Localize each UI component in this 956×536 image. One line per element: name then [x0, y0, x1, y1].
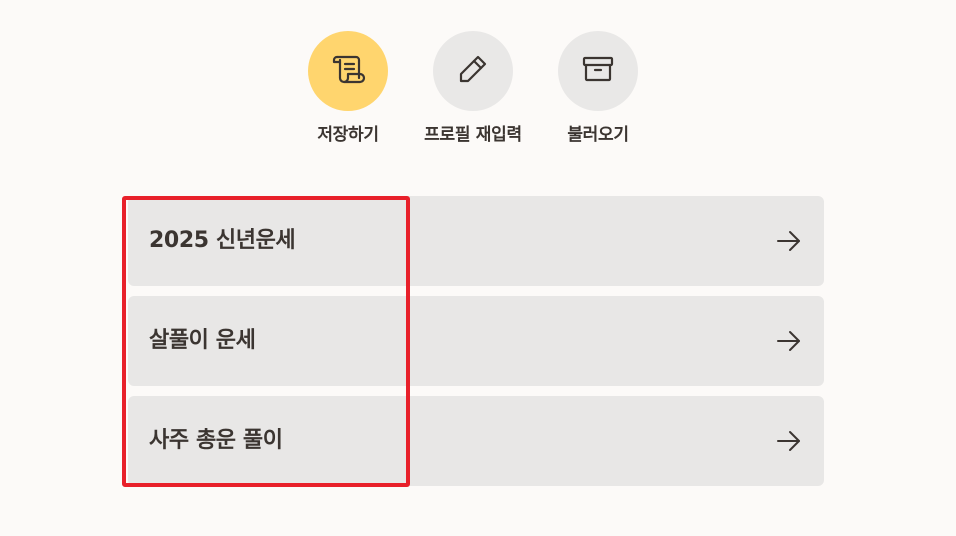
- menu-item-label: 살풀이 운세: [149, 328, 256, 353]
- action-bar: 저장하기 프로필 재입력 불러오기: [0, 31, 956, 151]
- reprofile-icon-circle: [433, 31, 513, 111]
- save-button[interactable]: 저장하기: [283, 31, 413, 145]
- arrow-right-icon: [776, 429, 802, 453]
- pencil-icon: [453, 49, 493, 93]
- load-label: 불러오기: [567, 125, 629, 145]
- menu-item-label: 사주 총운 풀이: [149, 428, 283, 453]
- arrow-right-icon: [776, 229, 802, 253]
- arrow-right-icon: [776, 329, 802, 353]
- menu-item-label: 2025 신년운세: [149, 228, 296, 253]
- archive-box-icon: [578, 49, 618, 93]
- menu-item-new-year-fortune[interactable]: 2025 신년운세: [128, 196, 824, 286]
- menu-item-salpuri-fortune[interactable]: 살풀이 운세: [128, 296, 824, 386]
- save-label: 저장하기: [317, 125, 379, 145]
- scroll-icon: [328, 49, 368, 93]
- page: 저장하기 프로필 재입력 불러오기 2025 신년운세 살풀이 운세 사주 총운…: [0, 0, 956, 536]
- reprofile-label: 프로필 재입력: [424, 125, 522, 145]
- reprofile-button[interactable]: 프로필 재입력: [408, 31, 538, 145]
- load-button[interactable]: 불러오기: [533, 31, 663, 145]
- save-icon-circle: [308, 31, 388, 111]
- fortune-menu-list: 2025 신년운세 살풀이 운세 사주 총운 풀이: [128, 196, 824, 496]
- load-icon-circle: [558, 31, 638, 111]
- menu-item-saju-overall-reading[interactable]: 사주 총운 풀이: [128, 396, 824, 486]
